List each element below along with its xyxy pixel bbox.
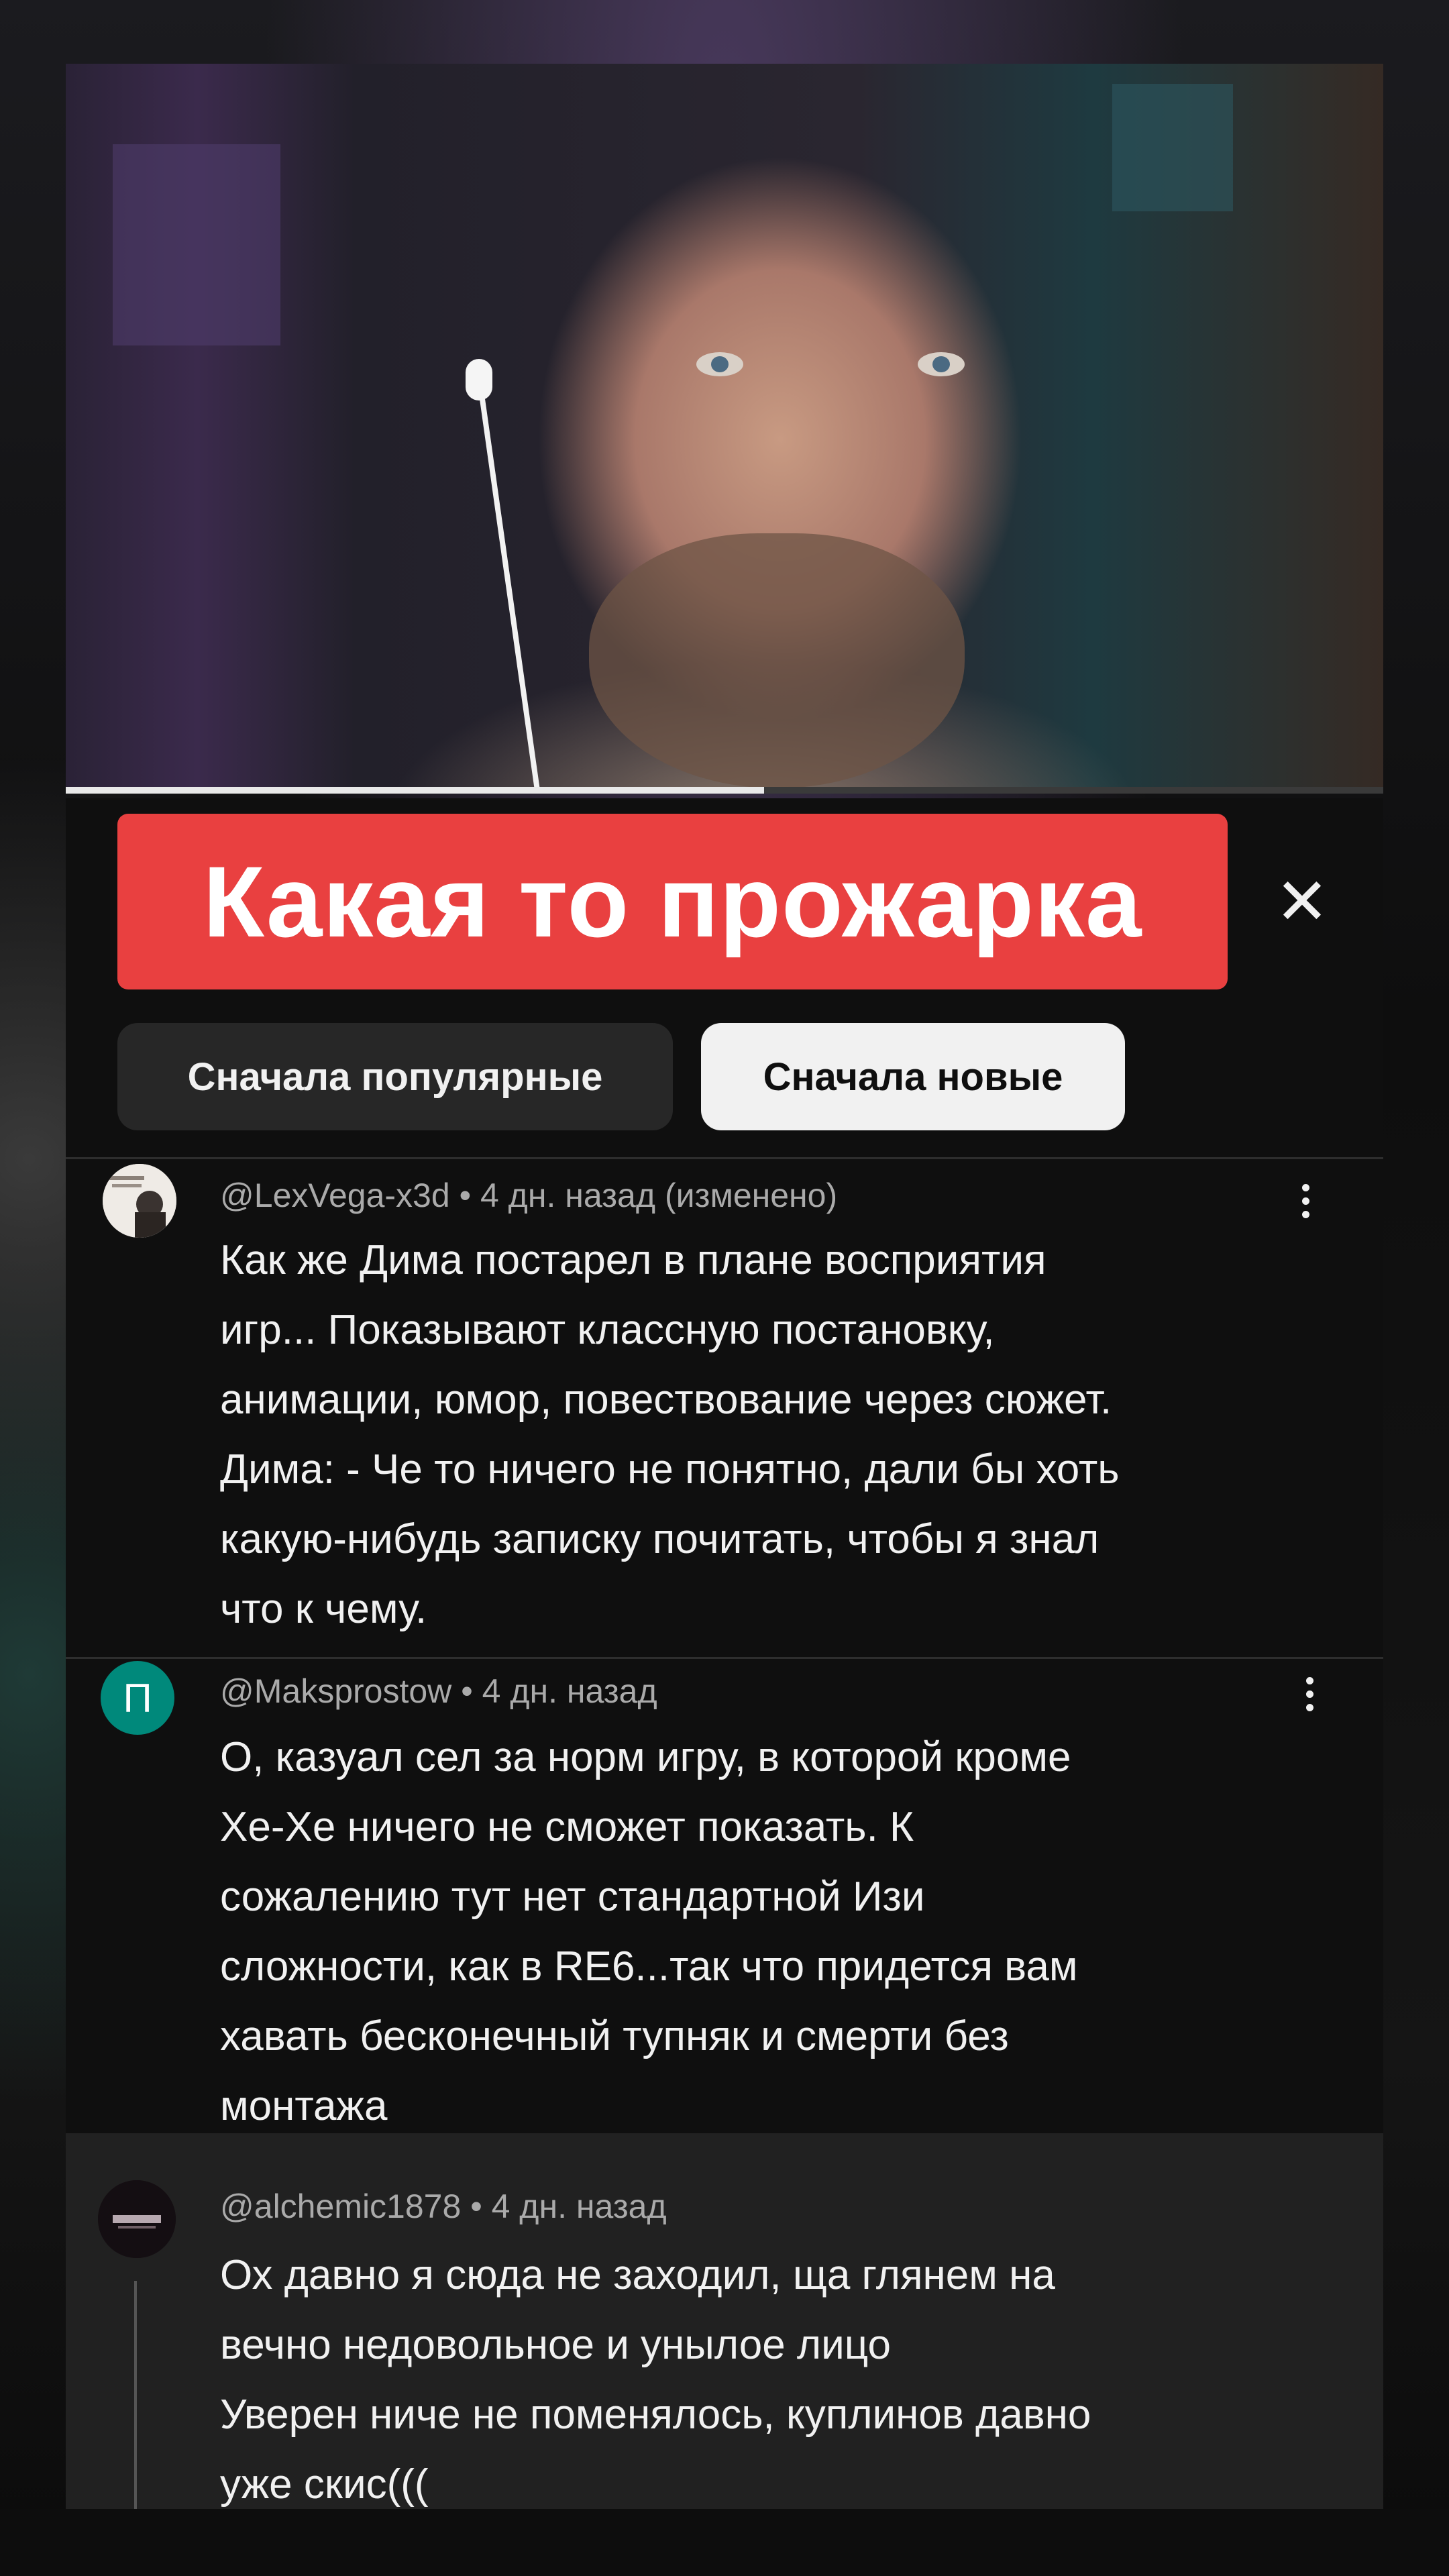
more-vert-icon (1301, 1197, 1309, 1205)
meta-separator: • (470, 2188, 482, 2225)
background-window (1112, 84, 1233, 211)
sort-chip-newest-label: Сначала новые (763, 1055, 1063, 1099)
comment-meta: @alchemic1878 • 4 дн. назад (220, 2187, 667, 2226)
bottom-edge (0, 2509, 1449, 2576)
comment-menu-button[interactable] (1292, 1171, 1319, 1231)
comment-menu-button[interactable] (1296, 1664, 1323, 1724)
comment-item: @LexVega-x3d • 4 дн. назад (изменено) Ка… (66, 1157, 1383, 1657)
avatar-image (98, 2180, 176, 2258)
comment-meta: @Maksprostow • 4 дн. назад (220, 1672, 657, 1711)
avatar-letter: П (123, 1675, 152, 1721)
face-beard (589, 533, 965, 788)
face-eye-left (696, 352, 743, 376)
avatar[interactable]: П (101, 1661, 174, 1735)
video-progress-fill (66, 787, 764, 794)
comment-item: П @Maksprostow • 4 дн. назад О, казуал с… (66, 1657, 1383, 2133)
avatar[interactable] (98, 2180, 176, 2258)
comment-text: Как же Дима постарел в плане восприятия … (220, 1237, 1120, 1632)
meta-separator: • (461, 1672, 473, 1710)
comment-item: @alchemic1878 • 4 дн. назад Ох давно я с… (66, 2133, 1383, 2509)
background-shelf (113, 144, 280, 345)
video-progress-bar[interactable] (66, 787, 1383, 794)
avatar-image (103, 1164, 176, 1238)
avatar[interactable] (103, 1164, 176, 1238)
earbud (466, 359, 492, 400)
sort-chip-popular[interactable]: Сначала популярные (117, 1023, 673, 1130)
comment-author[interactable]: @alchemic1878 (220, 2188, 461, 2225)
more-vert-icon (1305, 1703, 1313, 1711)
comment-time: 4 дн. назад (482, 1672, 657, 1710)
comment-meta: @LexVega-x3d • 4 дн. назад (изменено) (220, 1176, 837, 1215)
close-icon: ✕ (1275, 866, 1330, 938)
comment-time: 4 дн. назад (480, 1177, 656, 1214)
sort-chip-popular-label: Сначала популярные (187, 1055, 603, 1099)
title-banner: Какая то прожарка (117, 814, 1228, 989)
comment-author[interactable]: @LexVega-x3d (220, 1177, 450, 1214)
more-vert-icon (1305, 1676, 1313, 1684)
earphone-cable (475, 365, 541, 792)
more-vert-icon (1301, 1183, 1309, 1191)
face-eye-right (918, 352, 965, 376)
comment-author[interactable]: @Maksprostow (220, 1672, 451, 1710)
video-player[interactable] (66, 64, 1383, 794)
comment-edited: (изменено) (664, 1177, 838, 1214)
meta-separator: • (459, 1177, 472, 1214)
close-button[interactable]: ✕ (1272, 866, 1332, 938)
title-banner-text: Какая то прожарка (203, 845, 1142, 958)
comment-text: О, казуал сел за норм игру, в которой кр… (220, 1734, 1078, 2129)
comment-text: Ох давно я сюда не заходил, ща глянем на… (220, 2252, 1091, 2508)
more-vert-icon (1305, 1690, 1313, 1698)
comment-time: 4 дн. назад (491, 2188, 667, 2225)
more-vert-icon (1301, 1210, 1309, 1218)
sort-chip-newest[interactable]: Сначала новые (701, 1023, 1125, 1130)
